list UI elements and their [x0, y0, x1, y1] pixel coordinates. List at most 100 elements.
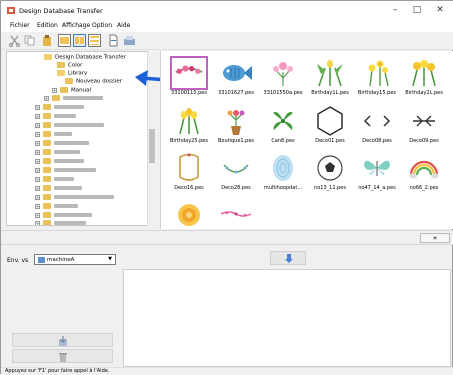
large-thumbnails-icon[interactable] — [58, 34, 71, 47]
tree-node-nouveau-dossier[interactable]: Nouveau dossier — [65, 78, 122, 85]
trash-icon — [59, 353, 67, 362]
machine-select[interactable]: machineA ▼ — [34, 254, 116, 265]
gallery-item[interactable]: 33101550a.pes — [260, 54, 306, 101]
expand-icon[interactable]: + — [52, 87, 57, 93]
menu-aide[interactable]: Aide — [117, 22, 130, 29]
expand-icon[interactable]: + — [35, 212, 40, 218]
tree-node-blurred[interactable]: + — [35, 167, 96, 174]
maximize-button[interactable]: □ — [406, 1, 428, 20]
tree-node-root[interactable]: Design Database Transfer — [44, 54, 126, 61]
gallery-item[interactable]: 33100110.pes — [166, 54, 212, 101]
expand-icon[interactable]: + — [44, 95, 49, 101]
expand-icon[interactable]: + — [35, 220, 40, 225]
gallery-item[interactable]: Deco08.pes — [354, 102, 400, 149]
gallery-item[interactable]: Deco28.pes — [213, 149, 259, 196]
destination-list[interactable] — [123, 269, 451, 367]
tree-node-blurred[interactable]: + — [35, 104, 84, 111]
tree-node-manual[interactable]: + Manual — [52, 87, 91, 94]
tree-node-blurred[interactable]: + — [35, 140, 89, 147]
tree-node-blurred[interactable]: + — [44, 95, 103, 102]
expand-icon[interactable]: + — [35, 194, 40, 200]
expand-icon[interactable]: + — [35, 176, 40, 182]
menu-option[interactable]: Option — [92, 22, 112, 29]
expand-icon[interactable]: + — [35, 203, 40, 209]
copy-icon[interactable] — [23, 34, 36, 47]
gallery-item[interactable]: Birthday15.pes — [354, 54, 400, 101]
gallery-item[interactable]: no66_2.pes — [401, 149, 447, 196]
chevron-down-icon[interactable]: ▼ — [106, 256, 114, 263]
folder-open-icon — [57, 70, 65, 76]
gallery-item[interactable]: Boutique1.pes — [213, 102, 259, 149]
expand-icon[interactable]: + — [35, 113, 40, 119]
minimize-button[interactable]: – — [384, 1, 406, 20]
import-button[interactable] — [12, 333, 113, 347]
tree-node-blurred[interactable]: + — [35, 122, 104, 129]
machine-icon[interactable] — [123, 34, 136, 47]
design-gallery[interactable]: 33100110.pes 33101627.pes 33101550a.pes — [160, 51, 453, 229]
file-name: Birthday25.pes — [169, 138, 208, 144]
gallery-item[interactable]: multihoopdat... — [260, 149, 306, 196]
tree-node-blurred[interactable]: + — [35, 185, 82, 192]
redacted-text — [63, 96, 103, 100]
gallery-item[interactable]: no47_14_a.pes — [354, 149, 400, 196]
menu-edition[interactable]: Edition — [37, 22, 58, 29]
delete-button[interactable] — [12, 349, 113, 363]
toolbar — [1, 32, 453, 50]
expand-icon[interactable]: + — [35, 131, 40, 137]
folder-icon — [57, 62, 65, 68]
redacted-text — [54, 177, 74, 181]
gallery-item[interactable]: Birthday25.pes — [166, 102, 212, 149]
gallery-item[interactable]: Can8.pes — [260, 102, 306, 149]
expand-icon[interactable]: + — [35, 149, 40, 155]
close-button[interactable]: ✕ — [429, 1, 451, 20]
panel-divider: » — [1, 230, 453, 245]
tree-node-library[interactable]: Library — [57, 70, 87, 77]
expand-icon[interactable]: + — [35, 167, 40, 173]
tree-node-blurred[interactable]: + — [35, 149, 80, 156]
tree-node-blurred[interactable]: + — [35, 203, 78, 210]
gallery-item[interactable]: Deco01.pes — [307, 102, 353, 149]
tree-node-blurred[interactable]: + — [35, 131, 72, 138]
gallery-item[interactable]: Birthday2L.pes — [401, 54, 447, 101]
expand-icon[interactable]: + — [35, 158, 40, 164]
tree-node-blurred[interactable]: + — [35, 220, 86, 225]
tree-node-blurred[interactable]: + — [35, 158, 84, 165]
tree-node-blurred[interactable]: + — [35, 212, 92, 219]
file-name: Deco16.pes — [174, 185, 204, 191]
expand-icon[interactable]: + — [35, 185, 40, 191]
tree-node-blurred[interactable]: + — [35, 113, 76, 120]
tulips-embroidery-icon — [317, 60, 343, 87]
tree-node-color[interactable]: Color — [57, 62, 82, 69]
gallery-item[interactable]: 33101627.pes — [213, 54, 259, 101]
small-thumbnails-icon[interactable] — [88, 34, 101, 47]
menu-affichage[interactable]: Affichage — [62, 22, 90, 29]
menu-fichier[interactable]: Fichier — [10, 22, 30, 29]
redacted-text — [54, 105, 84, 109]
expand-icon[interactable]: + — [35, 104, 40, 110]
file-name: Deco08.pes — [362, 138, 392, 144]
medium-thumbnails-icon[interactable] — [73, 34, 86, 47]
transfer-button[interactable] — [270, 251, 306, 265]
document-icon[interactable] — [107, 34, 120, 47]
menu-bar: Fichier Edition Affichage Option Aide — [1, 20, 453, 32]
gallery-item[interactable]: Deco16.pes — [166, 149, 212, 196]
title-bar: Design Database Transfer – □ ✕ — [1, 1, 453, 20]
gallery-item[interactable]: no13_11.pes — [307, 149, 353, 196]
gallery-item[interactable]: Deco09.pes — [401, 102, 447, 149]
gallery-item[interactable]: Birthday1L.pes — [307, 54, 353, 101]
cut-icon[interactable] — [8, 34, 21, 47]
collapse-button[interactable]: » — [420, 233, 450, 243]
paste-icon[interactable] — [41, 34, 54, 47]
scrollbar-thumb[interactable] — [149, 129, 155, 163]
folder-open-icon — [44, 54, 52, 60]
expand-icon[interactable]: + — [35, 140, 40, 146]
folder-icon — [43, 185, 51, 191]
tree-node-blurred[interactable]: + — [35, 194, 114, 201]
file-name: 33101550a.pes — [263, 90, 303, 96]
expand-icon[interactable]: + — [35, 122, 40, 128]
redacted-text — [54, 213, 92, 217]
folder-icon — [43, 140, 51, 146]
window-title: Design Database Transfer — [19, 7, 103, 15]
tree-node-blurred[interactable]: + — [35, 176, 74, 183]
redacted-text — [54, 132, 72, 136]
